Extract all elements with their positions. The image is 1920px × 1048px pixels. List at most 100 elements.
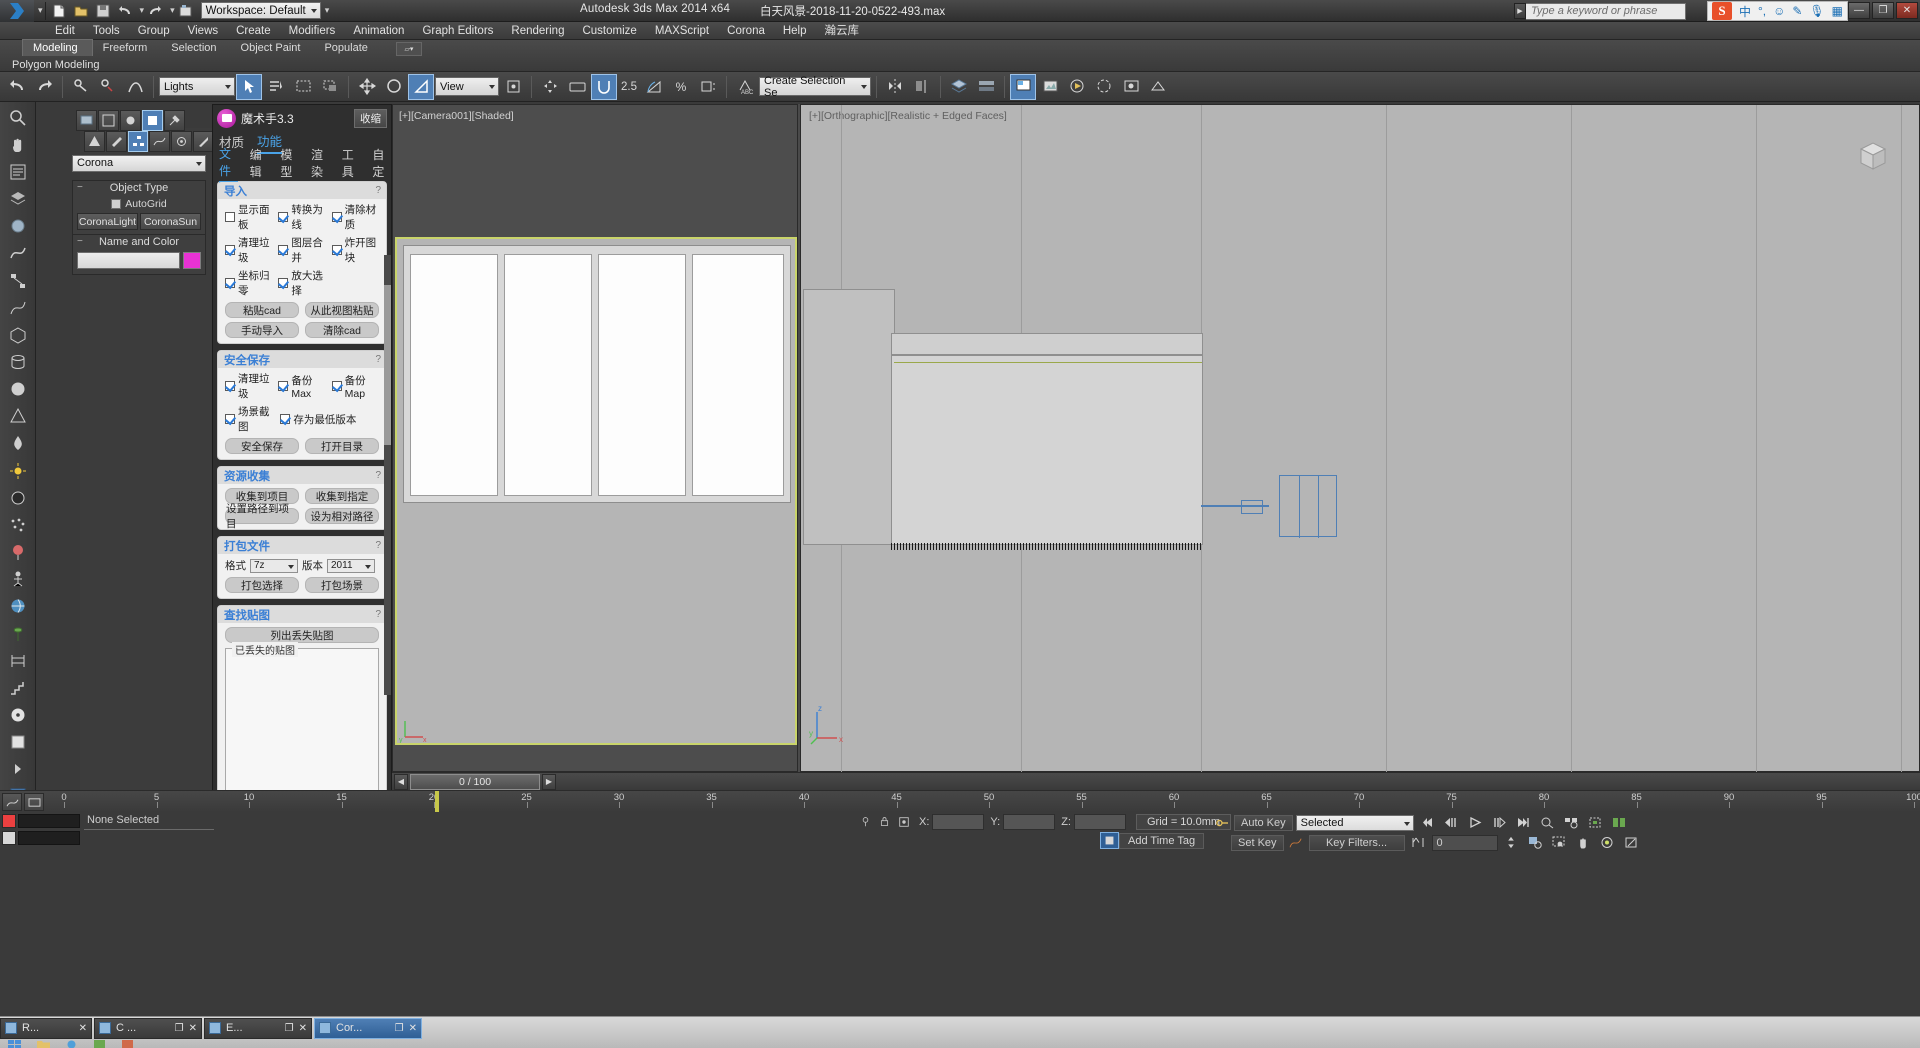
- format-select[interactable]: 7z: [250, 558, 298, 573]
- render-production-icon[interactable]: [1064, 74, 1090, 100]
- selection-filter-combo[interactable]: Lights: [159, 77, 235, 96]
- taskbar-item-e[interactable]: E... ❐ ✕: [204, 1017, 312, 1039]
- menu-item-customize[interactable]: Customize: [573, 22, 645, 40]
- object-type-header[interactable]: − Object Type: [73, 181, 205, 195]
- plugin-tab-model[interactable]: 模型: [280, 146, 299, 182]
- taskbar-item-corona[interactable]: Cor... ❐ ✕: [314, 1017, 422, 1039]
- save-file-icon[interactable]: [92, 1, 114, 21]
- btn-clear-cad[interactable]: 清除cad: [305, 322, 379, 338]
- close-icon[interactable]: ✕: [299, 1023, 307, 1034]
- menu-item-group[interactable]: Group: [129, 22, 179, 40]
- search-input[interactable]: Type a keyword or phrase: [1526, 2, 1686, 20]
- globe-icon[interactable]: [4, 595, 32, 618]
- stairs-icon[interactable]: [4, 676, 32, 699]
- menu-item-animation[interactable]: Animation: [344, 22, 413, 40]
- viewport-config-icon[interactable]: [76, 110, 97, 131]
- chk-ss-backup-map[interactable]: 备份Map: [331, 371, 379, 401]
- auto-key-button[interactable]: Auto Key: [1234, 814, 1293, 831]
- previous-frame-icon[interactable]: [1441, 814, 1462, 831]
- btn-pack-selection[interactable]: 打包选择: [225, 577, 299, 593]
- menu-item-create[interactable]: Create: [227, 22, 280, 40]
- chk-merge-layers[interactable]: 图层合并: [278, 235, 325, 265]
- pyramid-icon[interactable]: [4, 405, 32, 428]
- menu-item-graph-editors[interactable]: Graph Editors: [413, 22, 502, 40]
- chk-ss-save-lowest-version[interactable]: 存为最低版本: [280, 404, 379, 434]
- media-tray-icon[interactable]: [88, 1034, 110, 1048]
- plugin-tab-custom[interactable]: 自定: [372, 146, 391, 182]
- undo-tool-icon[interactable]: [4, 74, 30, 100]
- open-file-icon[interactable]: [70, 1, 92, 21]
- app-menu-caret-icon[interactable]: ▾: [38, 5, 43, 16]
- checkbox[interactable]: [225, 245, 235, 255]
- plugin-tab-file[interactable]: 文件: [219, 145, 238, 183]
- cube-icon[interactable]: [4, 731, 32, 754]
- new-file-icon[interactable]: [48, 1, 70, 21]
- checkbox[interactable]: [278, 381, 289, 391]
- key-mode-combo[interactable]: Selected: [1295, 814, 1414, 831]
- plugin-scrollbar-thumb[interactable]: [384, 285, 391, 445]
- maxscript-mini-listener[interactable]: [0, 812, 82, 848]
- btn-pack-scene[interactable]: 打包场景: [305, 577, 379, 593]
- menu-item-modifiers[interactable]: Modifiers: [280, 22, 345, 40]
- restore-icon[interactable]: ❐: [395, 1023, 404, 1034]
- restore-icon[interactable]: ❐: [175, 1023, 184, 1034]
- select-object-icon[interactable]: [236, 73, 262, 100]
- zoom-extents-all-icon[interactable]: [1609, 814, 1630, 831]
- app-logo-icon[interactable]: [0, 0, 34, 22]
- zoom-region-icon[interactable]: [1549, 834, 1570, 851]
- hierarchy-tab-icon[interactable]: [127, 131, 149, 152]
- menu-item-tools[interactable]: Tools: [84, 22, 129, 40]
- checkbox[interactable]: [225, 381, 235, 391]
- help-icon[interactable]: ?: [375, 470, 381, 481]
- zoom-tool-icon[interactable]: [4, 106, 32, 129]
- ribbon-options-icon[interactable]: ▱▾: [395, 42, 422, 56]
- search-expand-icon[interactable]: ▶: [1514, 3, 1526, 19]
- menu-item-hanyunku[interactable]: 瀚云库: [816, 22, 869, 40]
- chk-zoom-selection[interactable]: 放大选择: [278, 268, 325, 298]
- curve-editor-icon[interactable]: [4, 242, 32, 265]
- ortho-selection-box[interactable]: [1279, 475, 1337, 538]
- select-link-icon[interactable]: [68, 74, 94, 100]
- schematic-view-icon[interactable]: [4, 269, 32, 292]
- time-slider-next-button[interactable]: ▶: [542, 773, 556, 790]
- redo-tool-icon[interactable]: [31, 74, 57, 100]
- create-tab-icon[interactable]: [84, 131, 105, 152]
- spinner-snap-icon[interactable]: [695, 74, 721, 100]
- restore-button[interactable]: ❐: [1872, 2, 1894, 19]
- chk-explode-blocks[interactable]: 炸开图块: [331, 235, 379, 265]
- chk-convert-to-line[interactable]: 转换为线: [278, 202, 325, 232]
- ime-punctuation-icon[interactable]: °,: [1758, 4, 1766, 18]
- render-flyout-icon[interactable]: [1145, 74, 1171, 100]
- ime-chinese-mode-icon[interactable]: 中: [1739, 3, 1751, 20]
- layer-manager-icon[interactable]: [946, 74, 972, 100]
- plugin-collapse-button[interactable]: 收缩: [354, 108, 387, 128]
- create-panel-icon[interactable]: [142, 110, 163, 131]
- version-select[interactable]: 2011: [327, 558, 375, 573]
- autogrid-checkbox[interactable]: [111, 199, 122, 209]
- sogou-ime-icon[interactable]: S: [1711, 2, 1732, 20]
- layers-icon[interactable]: [4, 187, 32, 210]
- time-tag-icon[interactable]: [1100, 832, 1119, 849]
- camera-viewport[interactable]: [+][Camera001][Shaded] x y: [392, 104, 798, 772]
- time-slider-prev-button[interactable]: ◀: [394, 773, 408, 790]
- checkbox[interactable]: [225, 414, 235, 424]
- workspace-overflow-icon[interactable]: ▾: [325, 5, 330, 16]
- browser-tray-icon[interactable]: [60, 1034, 82, 1048]
- select-by-name-icon[interactable]: [263, 74, 289, 100]
- chk-clean-garbage[interactable]: 清理垃圾: [225, 235, 272, 265]
- spline-icon[interactable]: [4, 296, 32, 319]
- object-color-swatch[interactable]: [183, 252, 201, 269]
- chk-ss-clean-garbage[interactable]: 清理垃圾: [225, 371, 272, 401]
- set-project-folder-icon[interactable]: [175, 1, 197, 21]
- reference-coordinate-combo[interactable]: View: [435, 77, 499, 96]
- create-category-combo[interactable]: Corona: [72, 155, 206, 172]
- display-tab-icon[interactable]: [171, 131, 193, 152]
- key-curve-icon[interactable]: [1287, 834, 1306, 851]
- maxscript-input-line-2[interactable]: [18, 831, 80, 845]
- go-to-start-icon[interactable]: [1417, 814, 1438, 831]
- pan-tool-icon[interactable]: [4, 133, 32, 156]
- plugin-tab-tools[interactable]: 工具: [342, 146, 361, 182]
- checkbox[interactable]: [278, 278, 289, 288]
- motion-tab-icon[interactable]: [149, 131, 171, 152]
- menu-item-rendering[interactable]: Rendering: [502, 22, 573, 40]
